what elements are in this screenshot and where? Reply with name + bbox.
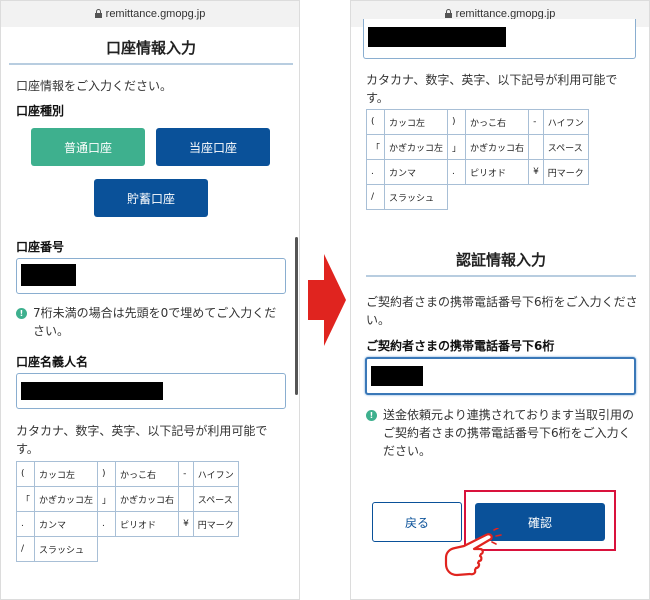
symbol-cell: . xyxy=(365,159,386,185)
symbol-name-cell: スペース xyxy=(542,134,589,160)
symbol-cell: ¥ xyxy=(178,511,194,537)
account-name-input[interactable] xyxy=(363,19,636,59)
table-row: / スラッシュ xyxy=(15,536,239,562)
symbol-name-cell: ハイフン xyxy=(542,109,589,135)
symbol-name-cell: かぎカッコ左 xyxy=(34,486,99,512)
symbol-name-cell: 円マーク xyxy=(192,511,239,537)
account-number-note: 7桁未満の場合は先頭を0で埋めてご入力ください。 xyxy=(33,306,277,338)
symbol-cell: 「 xyxy=(365,134,386,160)
ordinary-account-button[interactable]: 普通口座 xyxy=(31,128,145,166)
table-row: ( カッコ左 ) かっこ右 - ハイフン xyxy=(15,461,239,487)
symbol-name-cell: かぎカッコ右 xyxy=(465,134,530,160)
page-title: 口座情報入力 xyxy=(9,37,293,65)
table-row: . カンマ . ピリオド ¥ 円マーク xyxy=(15,511,239,537)
symbol-cell: ( xyxy=(15,461,36,487)
account-name-label: 口座名義人名 xyxy=(16,355,89,369)
redacted-value xyxy=(368,27,506,47)
account-number-input[interactable] xyxy=(16,258,286,294)
chars-note: カタカナ、数字、英字、以下記号が利用可能です。 xyxy=(16,424,268,456)
phone-digits-input[interactable] xyxy=(365,357,636,395)
url-text: remittance.gmopg.jp xyxy=(105,8,206,20)
url-bar[interactable]: remittance.gmopg.jp xyxy=(1,1,299,27)
symbol-cell xyxy=(178,486,194,512)
right-screenshot: remittance.gmopg.jp カタカナ、数字、英字、以下記号が利用可能… xyxy=(350,0,650,600)
symbol-cell: ( xyxy=(365,109,386,135)
account-name-input[interactable] xyxy=(16,373,286,409)
symbol-cell: . xyxy=(447,159,467,185)
symbol-cell: ) xyxy=(97,461,117,487)
phone-label: ご契約者さまの携帯電話番号下6桁 xyxy=(366,339,555,353)
table-row: . カンマ . ピリオド ¥ 円マーク xyxy=(365,159,589,185)
symbol-name-cell: カッコ左 xyxy=(34,461,99,487)
symbol-name-cell: スペース xyxy=(192,486,239,512)
symbol-cell: 」 xyxy=(97,486,117,512)
redacted-value xyxy=(21,264,76,286)
symbol-cell: . xyxy=(15,511,36,537)
lock-icon xyxy=(94,9,102,18)
redacted-value xyxy=(371,366,423,386)
symbol-name-cell: かぎカッコ右 xyxy=(115,486,180,512)
symbol-cell: . xyxy=(97,511,117,537)
symbol-cell: ¥ xyxy=(528,159,544,185)
symbol-name-cell: かっこ右 xyxy=(465,109,530,135)
symbol-name-cell: スラッシュ xyxy=(384,184,449,210)
symbol-cell: 「 xyxy=(15,486,36,512)
phone-note: 送金依頼元より連携されております当取引用のご契約者さまの携帯電話番号下6桁をご入… xyxy=(383,408,635,458)
redacted-value xyxy=(21,382,163,400)
table-row: ( カッコ左 ) かっこ右 - ハイフン xyxy=(365,109,589,135)
pointing-hand-icon xyxy=(444,528,502,577)
intro-text: 口座情報をご入力ください。 xyxy=(16,79,173,93)
table-row: 「 かぎカッコ左 」 かぎカッコ右 スペース xyxy=(365,134,589,160)
symbol-name-cell: カンマ xyxy=(34,511,99,537)
symbol-cell: - xyxy=(528,109,544,135)
symbol-name-cell: ピリオド xyxy=(115,511,180,537)
info-icon: ! xyxy=(366,410,377,421)
lock-icon xyxy=(444,9,452,18)
auth-title: 認証情報入力 xyxy=(366,249,636,277)
info-icon: ! xyxy=(16,308,27,319)
symbol-name-cell: カッコ左 xyxy=(384,109,449,135)
auth-intro: ご契約者さまの携帯電話番号下6桁をご入力ください。 xyxy=(366,295,638,327)
symbol-name-cell: ピリオド xyxy=(465,159,530,185)
symbol-cell: - xyxy=(178,461,194,487)
symbol-name-cell: スラッシュ xyxy=(34,536,99,562)
symbol-cell: 」 xyxy=(447,134,467,160)
symbol-table: ( カッコ左 ) かっこ右 - ハイフン 「 かぎカッコ左 」 かぎカッコ右 ス… xyxy=(15,461,239,562)
symbol-cell: / xyxy=(15,536,36,562)
checking-account-button[interactable]: 当座口座 xyxy=(156,128,270,166)
symbol-table: ( カッコ左 ) かっこ右 - ハイフン 「 かぎカッコ左 」 かぎカッコ右 ス… xyxy=(365,109,589,210)
table-row: 「 かぎカッコ左 」 かぎカッコ右 スペース xyxy=(15,486,239,512)
arrow-right-icon xyxy=(308,254,346,346)
account-type-label: 口座種別 xyxy=(16,104,65,118)
chars-note: カタカナ、数字、英字、以下記号が利用可能です。 xyxy=(366,73,618,105)
scrollbar[interactable] xyxy=(295,237,298,395)
symbol-cell: ) xyxy=(447,109,467,135)
symbol-name-cell: 円マーク xyxy=(542,159,589,185)
symbol-name-cell: カンマ xyxy=(384,159,449,185)
symbol-name-cell: ハイフン xyxy=(192,461,239,487)
account-number-label: 口座番号 xyxy=(16,240,65,254)
symbol-name-cell: かっこ右 xyxy=(115,461,180,487)
left-screenshot: remittance.gmopg.jp 口座情報入力 口座情報をご入力ください。… xyxy=(0,0,300,600)
symbol-cell xyxy=(528,134,544,160)
savings-account-button[interactable]: 貯蓄口座 xyxy=(94,179,208,217)
symbol-name-cell: かぎカッコ左 xyxy=(384,134,449,160)
table-row: / スラッシュ xyxy=(365,184,589,210)
symbol-cell: / xyxy=(365,184,386,210)
